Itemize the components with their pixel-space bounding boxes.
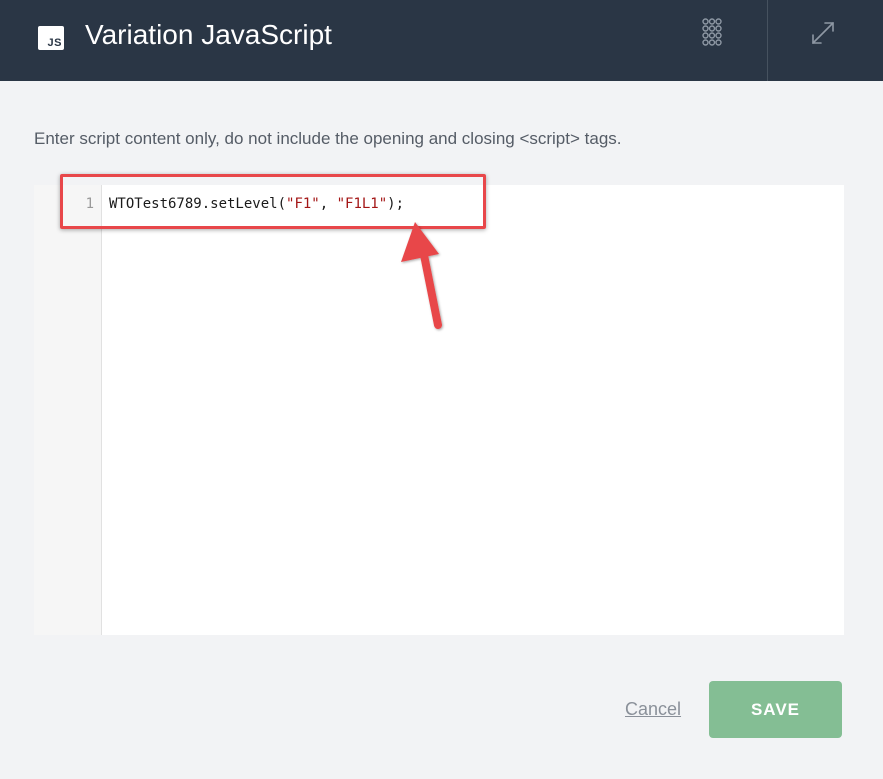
code-string-arg: "F1"	[286, 196, 320, 212]
code-separator: ,	[319, 196, 337, 212]
grid-dots-icon[interactable]	[702, 18, 722, 46]
expand-icon[interactable]	[810, 20, 836, 46]
header-divider	[767, 0, 768, 81]
cancel-link[interactable]: Cancel	[625, 698, 681, 720]
save-button[interactable]: SAVE	[709, 681, 842, 738]
modal-title: Variation JavaScript	[85, 19, 332, 50]
line-number: 1	[85, 196, 94, 212]
code-call: WTOTest6789.setLevel(	[109, 196, 287, 212]
line-number-gutter: 1	[34, 185, 102, 635]
code-editor[interactable]: 1 WTOTest6789.setLevel("F1", "F1L1");	[34, 185, 844, 635]
code-terminator: );	[387, 196, 405, 212]
code-string-arg: "F1L1"	[336, 196, 388, 212]
modal-header: JS Variation JavaScript	[0, 0, 883, 81]
js-badge-text: JS	[47, 37, 62, 49]
instructions-text: Enter script content only, do not includ…	[34, 129, 622, 148]
code-line[interactable]: WTOTest6789.setLevel("F1", "F1L1");	[109, 195, 404, 213]
js-file-icon: JS	[38, 26, 64, 50]
